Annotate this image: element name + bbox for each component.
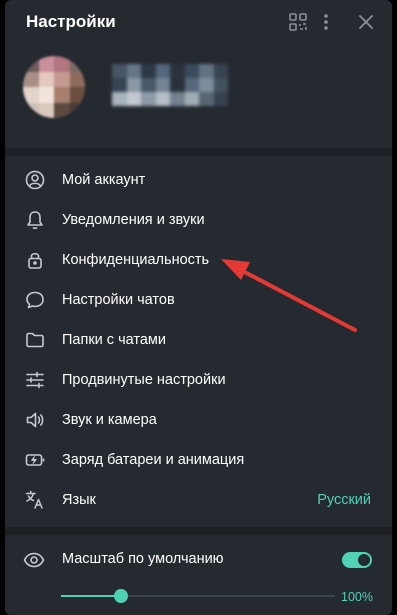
sliders-icon	[24, 369, 46, 391]
user-circle-icon	[24, 169, 46, 191]
translate-icon	[24, 489, 46, 511]
menu-item-battery-animation[interactable]: Заряд батареи и анимация	[5, 440, 392, 480]
profile-card[interactable]	[5, 44, 392, 148]
avatar[interactable]	[23, 56, 85, 118]
speaker-icon	[24, 409, 46, 431]
zoom-slider[interactable]	[61, 588, 335, 604]
eye-icon	[23, 549, 47, 571]
menu-item-label: Уведомления и звуки	[62, 212, 205, 228]
separator	[5, 148, 392, 156]
menu-item-chat-settings[interactable]: Настройки чатов	[5, 280, 392, 320]
more-button[interactable]	[314, 10, 338, 34]
settings-menu: Мой аккаунт Уведомления и звуки Конфиден…	[5, 160, 392, 520]
window-title: Настройки	[26, 12, 116, 31]
language-value: Русский	[317, 492, 371, 508]
menu-item-label: Мой аккаунт	[62, 172, 146, 188]
menu-item-label: Папки с чатами	[62, 332, 166, 348]
menu-item-advanced[interactable]: Продвинутые настройки	[5, 360, 392, 400]
header: Настройки	[5, 0, 392, 44]
separator	[5, 527, 392, 535]
menu-item-sound-camera[interactable]: Звук и камера	[5, 400, 392, 440]
qr-code-button[interactable]	[286, 10, 310, 34]
slider-thumb[interactable]	[114, 589, 128, 603]
menu-item-label: Конфиденциальность	[62, 252, 210, 268]
menu-item-label: Настройки чатов	[62, 292, 175, 308]
menu-item-label: Звук и камера	[62, 412, 157, 428]
bell-icon	[24, 209, 46, 231]
battery-icon	[24, 449, 46, 471]
folder-icon	[24, 329, 46, 351]
menu-item-language[interactable]: Язык Русский	[5, 480, 392, 520]
default-zoom-row: Масштаб по умолчанию	[5, 540, 392, 580]
menu-item-label: Заряд батареи и анимация	[62, 452, 245, 468]
toggle-knob	[358, 554, 370, 566]
zoom-toggle[interactable]	[342, 552, 372, 568]
menu-item-chat-folders[interactable]: Папки с чатами	[5, 320, 392, 360]
settings-window: Настройки Мой аккаунт Уведомления и звук…	[5, 0, 392, 615]
menu-item-privacy[interactable]: Конфиденциальность	[5, 240, 392, 280]
slider-fill	[61, 595, 121, 597]
lock-icon	[24, 249, 46, 271]
zoom-value: 100%	[341, 590, 373, 604]
menu-item-notifications[interactable]: Уведомления и звуки	[5, 200, 392, 240]
chat-bubble-icon	[24, 289, 46, 311]
menu-item-label: Продвинутые настройки	[62, 372, 226, 388]
more-vertical-icon	[324, 14, 328, 30]
profile-name-blurred	[112, 64, 228, 106]
menu-item-label: Язык	[62, 492, 96, 508]
close-button[interactable]	[354, 10, 378, 34]
qr-code-icon	[289, 13, 307, 31]
zoom-label: Масштаб по умолчанию	[62, 551, 224, 567]
menu-item-my-account[interactable]: Мой аккаунт	[5, 160, 392, 200]
close-icon	[359, 15, 373, 29]
